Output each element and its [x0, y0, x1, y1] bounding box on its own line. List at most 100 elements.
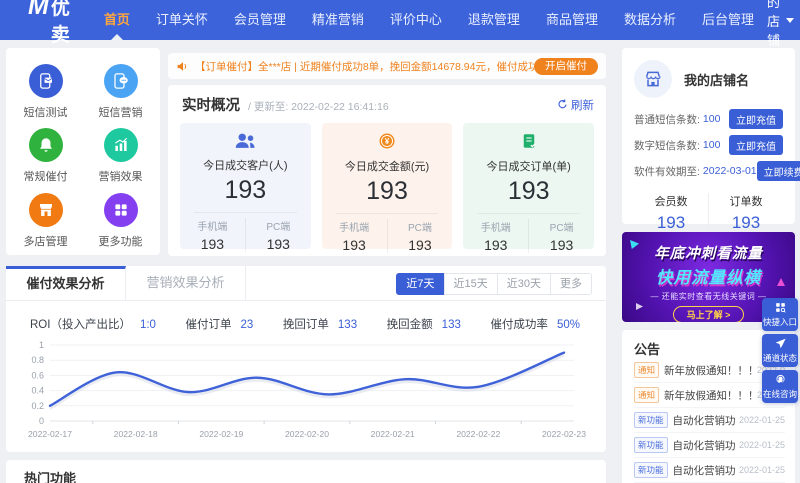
announcement-text: 【订单催付】全***店 | 近期催付成功8单，挽回金额14678.94元，催付成… — [195, 60, 534, 73]
logo-mark: M — [28, 0, 49, 20]
notice-tag: 通知 — [634, 362, 660, 378]
svg-text:2022-02-23: 2022-02-23 — [542, 429, 586, 439]
trend-chart: 0 0.2 0.4 0.6 0.8 1 2022-02-17 2022-02-18 2022-0… — [28, 340, 586, 439]
phone-mail-icon — [28, 64, 63, 98]
users-icon — [233, 133, 257, 153]
bar-chart-icon — [103, 128, 138, 163]
online-support-button[interactable]: 在线咨询 — [762, 370, 798, 403]
svg-text:2022-02-17: 2022-02-17 — [28, 429, 72, 439]
metrics-row: ROI（投入产出比） 1:0 催付订单 23 挽回订单 133 挽回金额 133 催付成… — [6, 301, 606, 335]
metric-recovered-orders-label: 挽回订单 — [282, 318, 329, 331]
stat-card-orders: 今日成交订单(单) 193 手机端 193 PC端 193 — [463, 123, 595, 253]
shop-row-digital-sms: 数字短信条数: 100 立即充值 — [634, 132, 783, 158]
stat-value: 193 — [366, 177, 408, 205]
filter-more[interactable]: 更多 — [550, 273, 592, 295]
nav-item-products[interactable]: 商品管理 — [533, 0, 611, 40]
quick-item-payment-reminder[interactable]: 常规催付 — [8, 122, 83, 186]
banner-line1: 年底冲刺看流量 — [654, 246, 763, 262]
renew-button[interactable]: 立即续费 — [756, 161, 800, 181]
metric-success-rate-label: 催付成功率 — [490, 318, 548, 331]
svg-text:0.2: 0.2 — [31, 401, 44, 411]
filter-30days[interactable]: 近30天 — [496, 273, 551, 295]
chevron-down-icon — [786, 17, 794, 23]
paper-plane-icon — [775, 338, 786, 349]
stat-value: 193 — [224, 176, 267, 204]
order-count: 订单数 193 — [708, 193, 783, 233]
svg-text:0: 0 — [39, 416, 44, 426]
main-menu: 首页 订单关怀 会员管理 精准营销 评价中心 退款管理 商品管理 数据分析 后台… — [91, 0, 767, 40]
quick-item-more[interactable]: 更多功能 — [83, 187, 158, 251]
svg-text:2022-02-18: 2022-02-18 — [114, 429, 158, 439]
quick-item-multi-store[interactable]: 多店管理 — [8, 187, 83, 251]
grid-search-icon — [775, 303, 786, 313]
notice-tag: 新功能 — [634, 437, 668, 453]
hot-features-card: 热门功能 — [6, 460, 606, 483]
metric-success-rate-value: 50% — [556, 318, 580, 331]
recharge-button[interactable]: 立即充值 — [729, 135, 783, 155]
channel-status-button[interactable]: 通道状态 — [762, 334, 798, 367]
notice-row[interactable]: 新功能 自动化营销功能上线 2022-01-25 — [634, 458, 785, 483]
nav-item-members[interactable]: 会员管理 — [221, 0, 299, 40]
analysis-card: 催付效果分析 营销效果分析 近7天 近15天 近30天 更多 ROI（投入产出比… — [6, 266, 606, 452]
metric-recovered-amount-value: 133 — [441, 318, 461, 331]
realtime-overview-card: 实时概况 / 更新至: 2022-02-22 16:41:16 刷新 今日成交客… — [168, 85, 606, 256]
metric-reminder-orders-value: 23 — [240, 318, 254, 331]
quick-item-sms-marketing[interactable]: 短信营销 — [83, 58, 158, 122]
svg-text:2022-02-21: 2022-02-21 — [371, 429, 415, 439]
quick-item-sms-test[interactable]: 短信测试 — [8, 58, 83, 122]
metric-roi-value: 1:0 — [139, 318, 156, 331]
metric-recovered-amount-label: 挽回金额 — [386, 318, 433, 331]
metric-recovered-orders-value: 133 — [337, 318, 358, 331]
svg-text:0.6: 0.6 — [31, 370, 44, 380]
logo-text: 优卖 — [50, 0, 71, 46]
notice-row[interactable]: 新功能 自动化营销功能上线 2022-01-25 — [634, 408, 785, 433]
nav-item-order-care[interactable]: 订单关怀 — [143, 0, 221, 40]
storefront-icon — [634, 60, 672, 98]
member-count: 会员数 193 — [654, 196, 688, 232]
banner-cta-button[interactable]: 马上了解 > — [672, 306, 745, 322]
nav-item-reviews[interactable]: 评价中心 — [377, 0, 455, 40]
announcement-bar: 【订单催付】全***店 | 近期催付成功8单，挽回金额14678.94元，催付成… — [168, 53, 606, 79]
yen-coin-icon: ¥ — [378, 133, 396, 154]
headset-icon — [775, 374, 785, 384]
notice-tag: 新功能 — [634, 412, 668, 428]
filter-7days[interactable]: 近7天 — [396, 273, 445, 295]
phone-chat-icon — [103, 64, 138, 98]
quick-item-marketing-effect[interactable]: 营销效果 — [83, 122, 158, 186]
quick-entry-button[interactable]: 快捷入口 — [762, 298, 798, 331]
banner-decoration — [636, 303, 643, 310]
nav-item-refunds[interactable]: 退款管理 — [455, 0, 533, 40]
realtime-title: 实时概况 — [182, 98, 240, 114]
nav-item-analytics[interactable]: 数据分析 — [611, 0, 689, 40]
hot-features-title: 热门功能 — [24, 471, 77, 483]
notice-tag: 通知 — [634, 387, 660, 403]
nav-item-home[interactable]: 首页 — [91, 0, 143, 40]
svg-text:2022-02-22: 2022-02-22 — [456, 429, 500, 439]
metric-roi-label: ROI（投入产出比） — [30, 318, 131, 331]
top-navbar: M 优卖 首页 订单关怀 会员管理 精准营销 评价中心 退款管理 商品管理 数据… — [0, 0, 800, 67]
grid-icon — [103, 192, 138, 227]
svg-text:0.4: 0.4 — [31, 386, 44, 396]
dashboard-page: M 优卖 首页 订单关怀 会员管理 精准营销 评价中心 退款管理 商品管理 数据… — [0, 0, 800, 483]
notice-row[interactable]: 新功能 自动化营销功能上线 2022-01-25 — [634, 433, 785, 458]
svg-text:2022-02-19: 2022-02-19 — [199, 429, 243, 439]
tab-reminder-effect[interactable]: 催付效果分析 — [6, 266, 126, 300]
refresh-button[interactable]: 刷新 — [557, 97, 594, 113]
shop-name: 我的店铺名 — [684, 72, 750, 88]
left-quick-panel: 短信测试 短信营销 常规催付 营销效果 多店管理 更多功能 — [6, 48, 160, 255]
nav-item-admin[interactable]: 后台管理 — [689, 0, 767, 40]
shop-row-normal-sms: 普通短信条数: 100 立即充值 — [634, 106, 783, 132]
svg-text:2022-02-20: 2022-02-20 — [285, 429, 329, 439]
updated-timestamp: / 更新至: 2022-02-22 16:41:16 — [248, 101, 389, 113]
nav-item-marketing[interactable]: 精准营销 — [299, 0, 377, 40]
svg-text:0.8: 0.8 — [31, 355, 44, 365]
stat-card-customers: 今日成交客户(人) 193 手机端 193 PC端 193 — [180, 123, 311, 252]
order-doc-icon — [520, 134, 538, 154]
app-logo[interactable]: M 优卖 — [28, 0, 71, 47]
svg-text:¥: ¥ — [385, 137, 390, 146]
filter-15days[interactable]: 近15天 — [443, 273, 498, 295]
tab-marketing-effect[interactable]: 营销效果分析 — [126, 266, 246, 300]
start-reminder-button[interactable]: 开启催付 — [534, 57, 598, 75]
store-icon — [28, 192, 63, 227]
recharge-button[interactable]: 立即充值 — [729, 109, 783, 129]
